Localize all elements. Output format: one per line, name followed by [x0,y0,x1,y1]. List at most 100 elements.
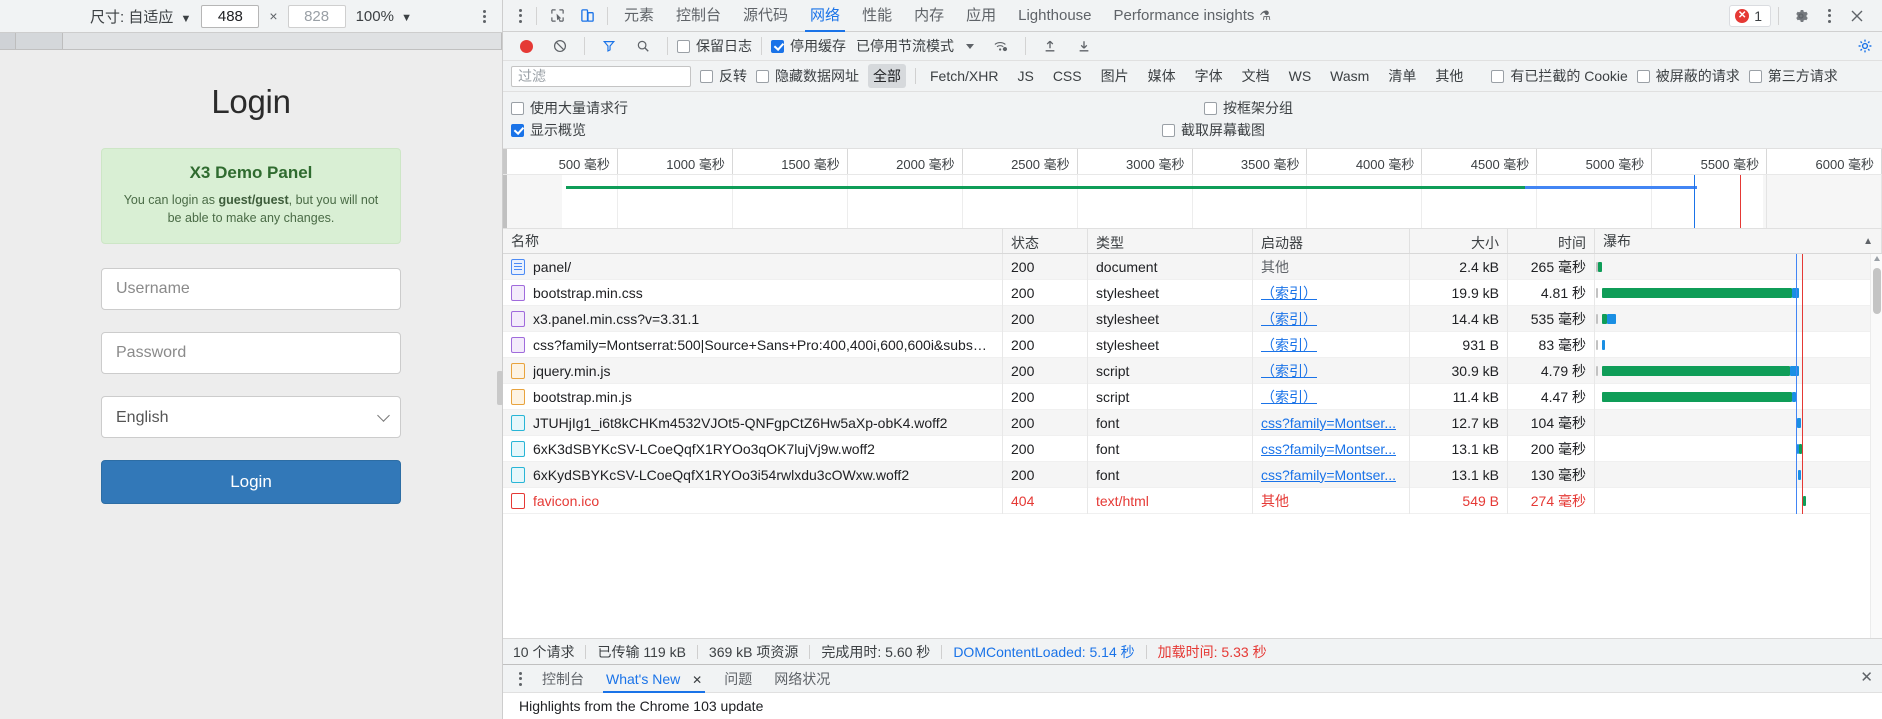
type-filter-other[interactable]: 其他 [1430,64,1468,88]
column-header-name[interactable]: 名称 [503,229,1003,253]
scroll-up-arrow-icon[interactable] [1873,256,1880,261]
invert-filter-checkbox[interactable]: 反转 [700,66,747,86]
table-row[interactable]: x3.panel.min.css?v=3.31.1 200 stylesheet （索… [503,305,1882,332]
devtools-main-menu-button[interactable] [509,3,531,29]
initiator-link[interactable]: （索引） [1261,311,1317,327]
third-party-requests-checkbox[interactable]: 第三方请求 [1748,66,1838,86]
drawer-tab-console[interactable]: 控制台 [531,665,595,693]
table-row[interactable]: jquery.min.js 200 script （索引） 30.9 kB 4.79 秒 [503,357,1882,384]
type-filter-font[interactable]: 字体 [1190,64,1228,88]
drawer-more-button[interactable] [509,666,531,692]
initiator-link[interactable]: （索引） [1261,389,1317,405]
network-conditions-icon[interactable] [986,33,1016,59]
network-settings-gear-icon[interactable] [1857,38,1873,58]
table-row[interactable]: bootstrap.min.css 200 stylesheet （索引） 19.9 k… [503,279,1882,306]
drawer-tab-issues[interactable]: 问题 [713,665,763,693]
column-header-initiator[interactable]: 启动器 [1253,229,1410,253]
table-row[interactable]: favicon.ico 404 text/html 其他 549 B 274 毫秒 [503,487,1882,514]
tab-performance-insights[interactable]: Performance insights ⚗ [1103,0,1283,32]
cell-initiator[interactable]: （索引） [1253,357,1410,384]
device-toolbar-more-button[interactable] [476,8,492,24]
funnel-icon[interactable] [594,33,624,59]
blocked-requests-checkbox[interactable]: 被屏蔽的请求 [1636,66,1740,86]
cell-initiator[interactable]: css?family=Montser... [1253,409,1410,436]
type-filter-wasm[interactable]: Wasm [1325,66,1374,86]
cell-initiator[interactable]: （索引） [1253,305,1410,332]
capture-screenshots-checkbox[interactable]: 截取屏幕截图 [1162,120,1265,140]
tab-network[interactable]: 网络 [799,0,851,32]
devtools-more-button[interactable] [1818,3,1840,29]
throttling-dropdown[interactable]: 已停用节流模式 [856,36,954,56]
tab-memory[interactable]: 内存 [903,0,955,32]
device-width-input[interactable] [201,4,260,28]
show-overview-checkbox[interactable]: 显示概览 [511,120,586,140]
record-circle-icon[interactable] [511,33,541,59]
error-count-badge[interactable]: ✕ 1 [1729,4,1771,27]
initiator-link[interactable]: css?family=Montser... [1261,467,1396,483]
device-height-input[interactable] [287,4,346,28]
disable-cache-checkbox[interactable]: 停用缓存 [771,36,846,56]
type-filter-manifest[interactable]: 清单 [1383,64,1421,88]
type-filter-js[interactable]: JS [1012,66,1038,86]
column-header-time[interactable]: 时间 [1508,229,1595,253]
type-filter-doc[interactable]: 文档 [1237,64,1275,88]
scrollbar-thumb[interactable] [1873,268,1881,314]
preserve-log-checkbox[interactable]: 保留日志 [677,36,752,56]
drawer-tab-network-conditions[interactable]: 网络状况 [763,665,841,693]
device-size-dropdown[interactable]: 尺寸: 自适应 ▼ [90,6,191,27]
cell-initiator[interactable]: （索引） [1253,331,1410,358]
type-filter-img[interactable]: 图片 [1096,64,1134,88]
group-by-frame-checkbox[interactable]: 按框架分组 [1204,98,1293,118]
table-row[interactable]: JTUHjIg1_i6t8kCHKm4532VJOt5-QNFgpCtZ6Hw5… [503,409,1882,436]
type-filter-ws[interactable]: WS [1284,66,1317,86]
table-body[interactable]: panel/200 document 其他 2.4 kB 265 毫秒 bootstrap… [503,254,1882,638]
blocked-cookies-checkbox[interactable]: 有已拦截的 Cookie [1491,66,1628,86]
initiator-link[interactable]: css?family=Montser... [1261,441,1396,457]
search-icon[interactable] [628,33,658,59]
table-row[interactable]: 6xK3dSBYKcSV-LCoeQqfX1RYOo3qOK7lujVj9w.w… [503,435,1882,462]
initiator-link[interactable]: （索引） [1261,337,1317,353]
table-row[interactable]: 6xKydSBYKcSV-LCoeQqfX1RYOo3i54rwlxdu3cOW… [503,461,1882,488]
column-header-status[interactable]: 状态 [1003,229,1088,253]
filter-input[interactable] [511,65,691,87]
initiator-link[interactable]: css?family=Montser... [1261,415,1396,431]
type-filter-css[interactable]: CSS [1048,66,1087,86]
cursor-inspect-icon[interactable] [542,3,572,29]
network-overview[interactable]: 500 毫秒 1000 毫秒 1500 毫秒 2000 毫秒 2500 毫秒 3… [503,149,1882,229]
table-row[interactable]: bootstrap.min.js 200 script （索引） 11.4 kB 4.47… [503,383,1882,410]
chevron-down-icon[interactable] [966,43,974,49]
login-button[interactable]: Login [101,460,401,505]
tab-sources[interactable]: 源代码 [732,0,799,32]
tab-application[interactable]: 应用 [955,0,1007,32]
overview-graph[interactable] [503,175,1882,228]
password-input[interactable] [101,332,401,375]
tab-lighthouse[interactable]: Lighthouse [1007,0,1102,32]
language-select[interactable]: English [101,396,401,439]
tab-elements[interactable]: 元素 [613,0,665,32]
column-header-waterfall[interactable]: 瀑布 ▲ [1595,229,1882,253]
cell-initiator[interactable]: （索引） [1253,279,1410,306]
type-filter-media[interactable]: 媒体 [1143,64,1181,88]
type-filter-all[interactable]: 全部 [868,64,906,88]
close-icon[interactable]: ✕ [692,673,702,687]
initiator-link[interactable]: （索引） [1261,285,1317,301]
drawer-close-icon[interactable]: ✕ [1860,670,1873,685]
device-toolbar-icon[interactable] [572,3,602,29]
drawer-tab-whats-new[interactable]: What's New ✕ [595,665,713,693]
column-header-type[interactable]: 类型 [1088,229,1253,253]
initiator-link[interactable]: （索引） [1261,363,1317,379]
username-input[interactable] [101,268,401,311]
vertical-scrollbar[interactable] [1870,254,1882,638]
tab-performance[interactable]: 性能 [851,0,903,32]
big-request-rows-checkbox[interactable]: 使用大量请求行 [511,98,628,118]
download-arrow-icon[interactable] [1069,33,1099,59]
cell-initiator[interactable]: css?family=Montser... [1253,461,1410,488]
table-row[interactable]: panel/200 document 其他 2.4 kB 265 毫秒 [503,254,1882,280]
table-row[interactable]: css?family=Montserrat:500|Source+Sans+Pr… [503,331,1882,358]
hide-data-urls-checkbox[interactable]: 隐藏数据网址 [756,66,859,86]
close-icon[interactable] [1842,3,1872,29]
upload-arrow-icon[interactable] [1035,33,1065,59]
tab-console[interactable]: 控制台 [665,0,732,32]
device-zoom-dropdown[interactable]: 100% ▼ [356,8,412,25]
cell-initiator[interactable]: （索引） [1253,383,1410,410]
